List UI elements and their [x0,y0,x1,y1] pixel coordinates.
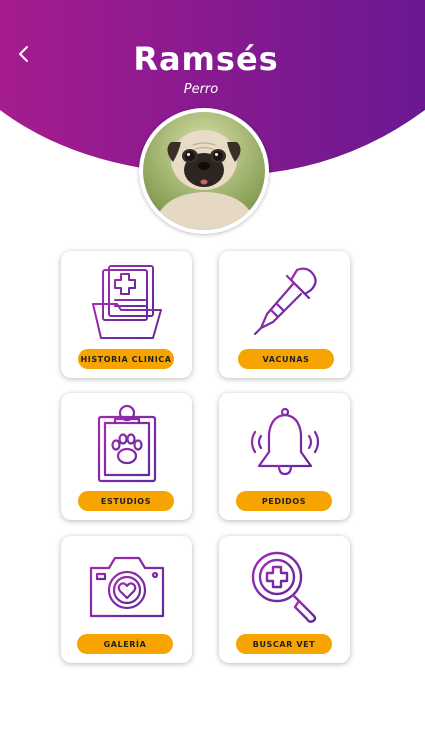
menu-card-galeria[interactable]: GALERÍA [61,536,192,663]
menu-label: VACUNAS [238,349,334,369]
menu-label: GALERÍA [77,634,173,654]
menu-label: BUSCAR VET [236,634,332,654]
avatar[interactable] [139,108,269,234]
paw-clipboard-icon [61,403,192,485]
bell-icon [219,403,350,485]
medical-folder-icon [61,261,192,343]
menu-card-vacunas[interactable]: VACUNAS [219,251,350,378]
pug-photo [143,112,265,230]
menu-label: ESTUDIOS [78,491,174,511]
camera-icon [61,546,192,628]
menu-card-pedidos[interactable]: PEDIDOS [219,393,350,520]
search-plus-icon [219,546,350,628]
dropper-icon [219,261,350,343]
menu-card-estudios[interactable]: ESTUDIOS [61,393,192,520]
pet-species: Perro [183,82,219,97]
menu-label: HISTORIA CLINICA [78,349,174,369]
pet-name: Ramsés [133,40,279,78]
menu-label: PEDIDOS [236,491,332,511]
menu-card-buscar-vet[interactable]: BUSCAR VET [219,536,350,663]
menu-card-historia-clinica[interactable]: HISTORIA CLINICA [61,251,192,378]
